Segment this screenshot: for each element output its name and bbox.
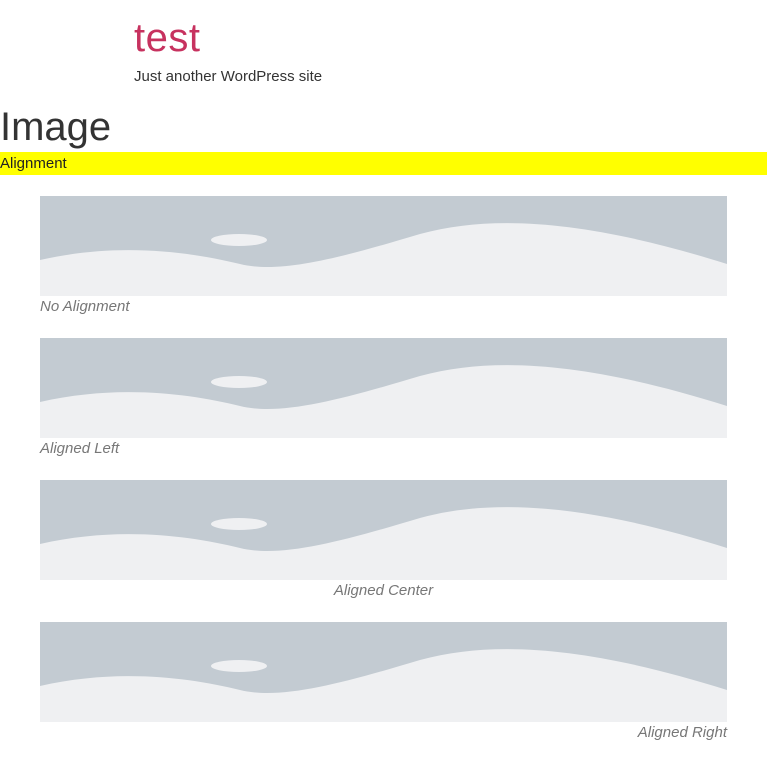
image-placeholder-icon[interactable]: [40, 338, 727, 438]
figure-caption: Aligned Left: [40, 440, 120, 457]
site-header: test Just another WordPress site: [134, 14, 322, 87]
figure-caption: No Alignment: [40, 298, 130, 315]
figure-no-alignment: No Alignment: [40, 196, 727, 317]
figure-caption: Aligned Center: [333, 582, 434, 599]
image-placeholder-icon[interactable]: [40, 480, 727, 580]
figure-aligned-center: Aligned Center: [40, 480, 727, 601]
site-title-link[interactable]: test: [134, 14, 322, 62]
figure-caption: Aligned Right: [637, 724, 727, 741]
figure-aligned-left: Aligned Left: [40, 338, 727, 459]
site-tagline: Just another WordPress site: [134, 68, 323, 85]
image-placeholder-icon[interactable]: [40, 196, 727, 296]
section-heading-alignment: Alignment: [0, 152, 767, 175]
image-placeholder-icon[interactable]: [40, 622, 727, 722]
figure-aligned-right: Aligned Right: [40, 622, 727, 743]
page-title: Image: [0, 105, 112, 149]
